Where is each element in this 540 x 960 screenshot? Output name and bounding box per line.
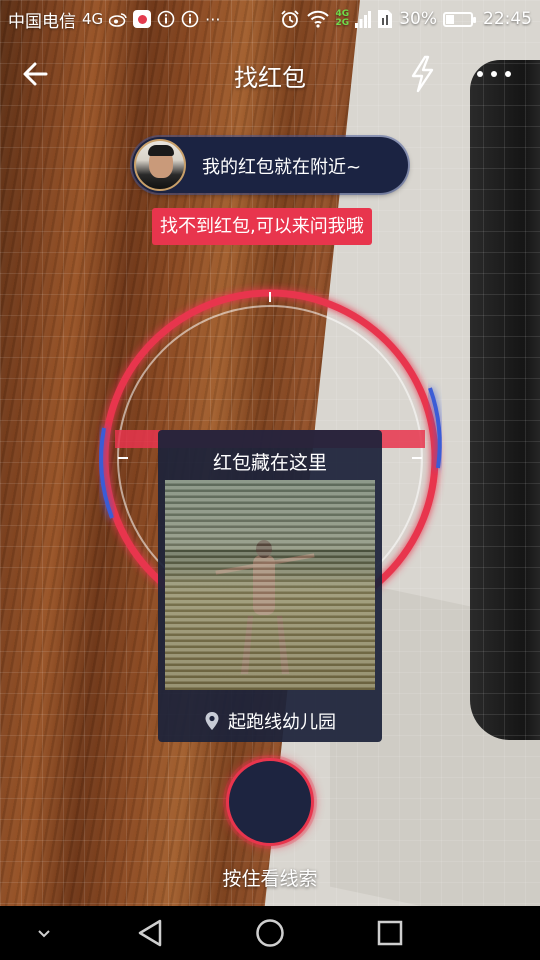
clue-location: 起跑线幼儿园 — [158, 708, 382, 734]
more-button[interactable] — [474, 58, 514, 90]
status-bar: 中国电信 4G ··· 4G 2G 30% 22:45 — [0, 0, 540, 38]
nav-home-button[interactable] — [250, 914, 290, 952]
flash-button[interactable] — [404, 54, 440, 94]
page-title: 找红包 — [234, 64, 306, 92]
app-notification-icon — [133, 10, 152, 28]
avatar[interactable] — [134, 139, 186, 191]
weibo-icon — [109, 12, 127, 27]
avatar-hair — [148, 145, 174, 156]
battery-fill — [446, 14, 454, 24]
avatar-speech-bubble: 我的红包就在附近~ — [132, 137, 408, 193]
lightning-icon — [411, 55, 434, 93]
hold-button-label: 按住看线索 — [222, 868, 318, 890]
sim-icon — [377, 9, 393, 29]
network-badge: 4G 2G — [336, 10, 350, 28]
info-icon — [181, 10, 199, 28]
alarm-icon — [280, 9, 300, 29]
back-triangle-icon — [138, 919, 162, 947]
title-bar: 找红包 — [0, 42, 540, 106]
net-badge-bottom: 2G — [335, 18, 350, 28]
more-notifications-icon: ··· — [205, 9, 221, 29]
location-pin-icon — [205, 712, 219, 730]
clue-location-text: 起跑线幼儿园 — [228, 712, 336, 733]
signal-icon — [355, 10, 372, 28]
home-circle-icon — [256, 919, 284, 947]
clue-title: 红包藏在这里 — [212, 452, 327, 474]
chevron-down-icon — [38, 930, 50, 938]
nav-hide-button[interactable] — [24, 914, 64, 952]
nav-recents-button[interactable] — [370, 914, 410, 952]
hint-bubble[interactable]: 找不到红包,可以来问我哦 — [152, 208, 372, 245]
clue-card: 红包藏在这里 起跑线幼儿园 — [158, 430, 382, 742]
ellipsis-icon — [477, 71, 511, 77]
clue-photo — [165, 480, 375, 690]
hold-to-view-clue-button[interactable] — [226, 758, 314, 846]
system-nav-bar — [0, 906, 540, 960]
carrier-label: 中国电信 — [8, 11, 76, 32]
recents-square-icon — [377, 920, 403, 946]
nav-back-button[interactable] — [130, 914, 170, 952]
battery-percent: 30% — [399, 9, 437, 29]
battery-icon — [443, 11, 476, 27]
speech-text: 我的红包就在附近~ — [202, 157, 362, 178]
clock: 22:45 — [483, 9, 532, 29]
network-type: 4G — [82, 10, 104, 28]
wifi-icon — [306, 10, 330, 28]
info-icon — [157, 10, 175, 28]
clue-photo-blur-stripes — [165, 480, 375, 690]
